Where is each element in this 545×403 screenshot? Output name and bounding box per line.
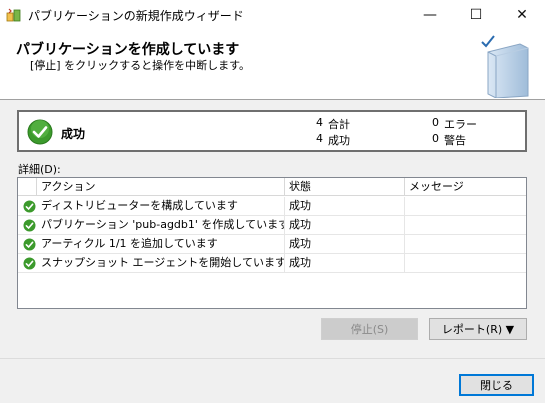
error-count: 0 [432, 116, 439, 129]
table-row[interactable]: パブリケーション 'pub-agdb1' を作成しています 成功 [18, 216, 526, 235]
status-summary: 成功 4 合計 4 成功 0 エラー 0 警告 [17, 110, 527, 152]
status-cell: 成功 [285, 254, 405, 273]
divider [0, 358, 545, 359]
table-row[interactable]: ディストリビューターを構成しています 成功 [18, 197, 526, 216]
message-cell [405, 254, 526, 273]
close-window-button[interactable]: ✕ [499, 0, 545, 30]
success-icon [23, 257, 36, 270]
message-cell [405, 216, 526, 235]
success-icon [23, 238, 36, 251]
message-cell [405, 235, 526, 254]
status-cell: 成功 [285, 216, 405, 235]
success-label: 成功 [328, 134, 350, 147]
column-header-message[interactable]: メッセージ [405, 178, 526, 195]
book-icon [481, 35, 529, 98]
report-dropdown-button[interactable]: レポート(R) ▼ [429, 318, 527, 340]
table-row[interactable]: アーティクル 1/1 を追加しています 成功 [18, 235, 526, 254]
status-label: 成功 [61, 127, 86, 141]
maximize-button[interactable]: ☐ [453, 0, 499, 30]
success-icon [23, 200, 36, 213]
warning-label: 警告 [444, 134, 466, 147]
icon-column-header [18, 178, 37, 195]
error-label: エラー [444, 118, 477, 131]
message-cell [405, 197, 526, 216]
maximize-icon: ☐ [469, 7, 483, 23]
success-count: 4 [316, 132, 323, 145]
status-cell: 成功 [285, 197, 405, 216]
column-header-action[interactable]: アクション [37, 178, 285, 195]
details-label: 詳細(D): [18, 163, 61, 176]
success-icon [23, 219, 36, 232]
stop-button[interactable]: 停止(S) [321, 318, 418, 340]
page-subtitle: [停止] をクリックすると操作を中断します。 [30, 59, 250, 72]
table-row[interactable]: スナップショット エージェントを開始しています 成功 [18, 254, 526, 273]
wizard-header: パブリケーションを作成しています [停止] をクリックすると操作を中断します。 [0, 30, 545, 100]
warning-count: 0 [432, 132, 439, 145]
minimize-icon: — [423, 7, 437, 23]
action-cell: パブリケーション 'pub-agdb1' を作成しています [37, 216, 285, 235]
action-cell: ディストリビューターを構成しています [37, 197, 285, 216]
total-label: 合計 [328, 118, 350, 131]
success-check-icon [27, 119, 53, 145]
column-header-status[interactable]: 状態 [285, 178, 405, 195]
page-title: パブリケーションを作成しています [16, 42, 240, 58]
status-cell: 成功 [285, 235, 405, 254]
title-bar: パブリケーションの新規作成ウィザード — ☐ ✕ [0, 0, 545, 30]
action-cell: スナップショット エージェントを開始しています [37, 254, 285, 273]
window-title: パブリケーションの新規作成ウィザード [28, 9, 244, 23]
total-count: 4 [316, 116, 323, 129]
grid-header: アクション 状態 メッセージ [18, 178, 526, 196]
details-grid[interactable]: アクション 状態 メッセージ ディストリビューターを構成しています 成功 パブリ… [17, 177, 527, 309]
minimize-button[interactable]: — [407, 0, 453, 30]
close-icon: ✕ [516, 7, 528, 23]
action-cell: アーティクル 1/1 を追加しています [37, 235, 285, 254]
wizard-icon [6, 8, 21, 22]
close-button[interactable]: 閉じる [459, 374, 534, 396]
